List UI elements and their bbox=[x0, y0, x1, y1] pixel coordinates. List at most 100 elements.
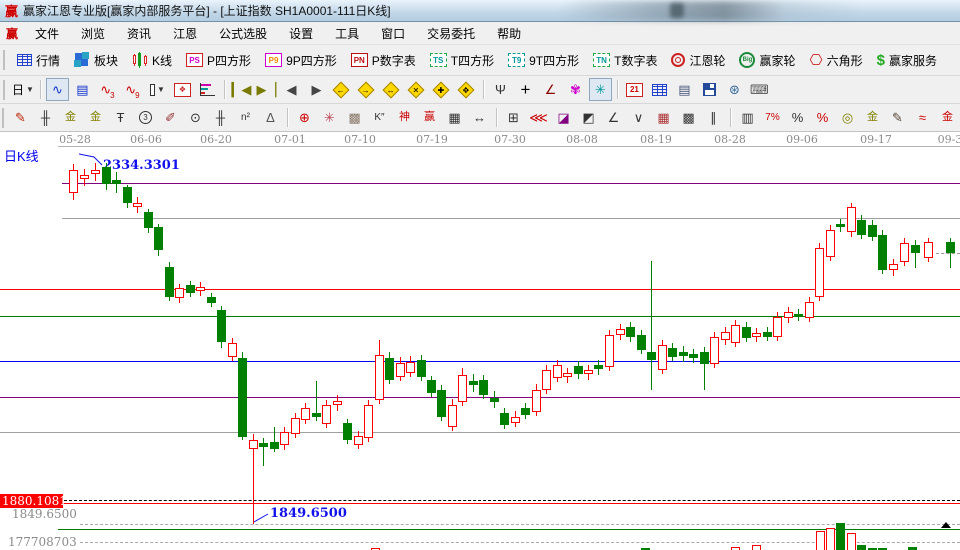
cycle-tool[interactable]: ⊙ bbox=[184, 106, 207, 129]
pen2-tool[interactable]: ✐ bbox=[159, 106, 182, 129]
zigzag-tool[interactable]: ∨ bbox=[627, 106, 650, 129]
frame-tool[interactable]: ⊞ bbox=[502, 106, 525, 129]
gann-fan-tool[interactable]: ⋘ bbox=[527, 106, 550, 129]
gann-wheel-button[interactable]: 江恩轮 bbox=[664, 47, 732, 73]
menu-item-公式选股[interactable]: 公式选股 bbox=[208, 22, 278, 45]
fan-box-tool[interactable]: ◪ bbox=[552, 106, 575, 129]
menu-item-工具[interactable]: 工具 bbox=[324, 22, 370, 45]
menu-item-设置[interactable]: 设置 bbox=[278, 22, 324, 45]
floppy-disk-icon bbox=[703, 83, 716, 96]
diamond-zoomout-button[interactable]: ✕ bbox=[405, 78, 428, 101]
angle-mark-button[interactable]: ∠ bbox=[539, 78, 562, 101]
sectors-button[interactable]: 板块 bbox=[67, 47, 125, 73]
gold-section2-tool[interactable]: 金 bbox=[84, 106, 107, 129]
p-number-table-button[interactable]: PNP数字表 bbox=[344, 47, 423, 73]
menu-item-文件[interactable]: 文件 bbox=[24, 22, 70, 45]
kline-button[interactable]: K线 bbox=[125, 47, 179, 73]
notebook-button[interactable]: ▤ bbox=[673, 78, 696, 101]
star-grid-tool[interactable]: ✳ bbox=[318, 106, 341, 129]
apex-tool[interactable]: Δ bbox=[259, 106, 282, 129]
candle-style-button[interactable]: ▼ bbox=[146, 78, 169, 101]
flag-pen-tool[interactable]: ✎ bbox=[886, 106, 909, 129]
diamond-left-button[interactable]: ← bbox=[330, 78, 353, 101]
percent-line-tool[interactable]: % bbox=[811, 106, 834, 129]
diamond-arrow: → bbox=[362, 85, 370, 94]
title-bar: 赢 赢家江恩专业版[赢家内部服务平台] - [上证指数 SH1A0001-111… bbox=[0, 0, 960, 22]
wave3-button[interactable]: ∿3 bbox=[96, 78, 119, 101]
p9-square-button[interactable]: P99P四方形 bbox=[258, 47, 344, 73]
quotes-button[interactable]: 行情 bbox=[10, 47, 67, 73]
annotation-high-price: 2334.3301 bbox=[103, 158, 180, 173]
gann-brain-button[interactable]: ✳ bbox=[589, 78, 612, 101]
first-page-button[interactable]: ▎◀ bbox=[230, 78, 253, 101]
parallel-tool[interactable]: ∥ bbox=[702, 106, 725, 129]
menu-item-窗口[interactable]: 窗口 bbox=[370, 22, 416, 45]
span-tool[interactable]: ↔ bbox=[468, 106, 491, 129]
hexagon-button-label: 六角形 bbox=[827, 52, 863, 69]
f-lines-tool[interactable]: Ŧ bbox=[109, 106, 132, 129]
winner-wheel-button[interactable]: Big赢家轮 bbox=[732, 47, 802, 73]
volume-scale-label: 177708703 bbox=[8, 535, 77, 549]
network-button[interactable]: ⊛ bbox=[723, 78, 746, 101]
wave-fit-tool[interactable]: ≈ bbox=[911, 106, 934, 129]
flower-tool-button-icon: ✾ bbox=[570, 83, 581, 96]
percent7-tool[interactable]: 7% bbox=[761, 106, 784, 129]
diamond-right-button[interactable]: → bbox=[355, 78, 378, 101]
diamond-hscale-button[interactable]: ↔ bbox=[380, 78, 403, 101]
last-page-button[interactable]: ▶▕ bbox=[255, 78, 278, 101]
angle-lines-tool[interactable]: ∠ bbox=[602, 106, 625, 129]
ruler-tool[interactable]: ╫ bbox=[34, 106, 57, 129]
ruler2-tool[interactable]: ╫ bbox=[209, 106, 232, 129]
percent-bars-tool[interactable]: ▥ bbox=[736, 106, 759, 129]
grid-box-tool[interactable]: ▩ bbox=[343, 106, 366, 129]
red-grid-tool[interactable]: ▦ bbox=[652, 106, 675, 129]
info-list-button[interactable]: ▤ bbox=[71, 78, 94, 101]
chart-canvas[interactable]: 日K线 2334.3301 1849.6500 1880.1081 1849.6… bbox=[0, 132, 960, 550]
winner-service-button[interactable]: $赢家服务 bbox=[870, 47, 944, 73]
calendar-button[interactable]: 21 bbox=[623, 78, 646, 101]
crosshair-button[interactable]: + bbox=[514, 78, 537, 101]
gold-red-tool[interactable]: 金 bbox=[936, 106, 959, 129]
candle-body bbox=[333, 401, 342, 405]
k-prime-tool[interactable]: K″ bbox=[368, 106, 391, 129]
next-page-button[interactable]: ▶ bbox=[305, 78, 328, 101]
shen-tool[interactable]: 神 bbox=[393, 106, 416, 129]
flower-tool-button[interactable]: ✾ bbox=[564, 78, 587, 101]
p-square-button[interactable]: PSP四方形 bbox=[179, 47, 258, 73]
target-tool[interactable]: ⊕ bbox=[293, 106, 316, 129]
pen-tool[interactable]: ✎ bbox=[9, 106, 32, 129]
computer-button[interactable]: ⌨ bbox=[748, 78, 771, 101]
gold-section-tool[interactable]: 金 bbox=[59, 106, 82, 129]
t-number-table-button[interactable]: TNT数字表 bbox=[586, 47, 664, 73]
period-day-button[interactable]: 日▼ bbox=[11, 78, 35, 101]
circle3-tool[interactable]: 3 bbox=[134, 106, 157, 129]
pattern-box-button[interactable]: ❖ bbox=[171, 78, 194, 101]
candle-body bbox=[354, 436, 363, 445]
hexagon-button[interactable]: ⎔六角形 bbox=[803, 47, 870, 73]
diamond-zoomin-button[interactable]: ✚ bbox=[430, 78, 453, 101]
grid123-tool[interactable]: ▦ bbox=[443, 106, 466, 129]
wave-overlay-button[interactable]: ∿ bbox=[46, 78, 69, 101]
menu-item-交易委托[interactable]: 交易委托 bbox=[416, 22, 486, 45]
save-button[interactable] bbox=[698, 78, 721, 101]
percent-tool[interactable]: % bbox=[786, 106, 809, 129]
menu-item-资讯[interactable]: 资讯 bbox=[116, 22, 162, 45]
t9-square-button[interactable]: T99T四方形 bbox=[501, 47, 586, 73]
menu-item-浏览[interactable]: 浏览 bbox=[70, 22, 116, 45]
gold-circle-tool[interactable]: ◎ bbox=[836, 106, 859, 129]
ying-tool[interactable]: 赢 bbox=[418, 106, 441, 129]
calculator-button[interactable] bbox=[648, 78, 671, 101]
histogram-button[interactable] bbox=[196, 78, 219, 101]
gold-lines-tool[interactable]: 金 bbox=[861, 106, 884, 129]
dark-grid-tool[interactable]: ▩ bbox=[677, 106, 700, 129]
wave9-button[interactable]: ∿9 bbox=[121, 78, 144, 101]
fan-box2-tool[interactable]: ◩ bbox=[577, 106, 600, 129]
apex-tool-icon: Δ bbox=[266, 111, 275, 124]
t-square-button[interactable]: TST四方形 bbox=[423, 47, 501, 73]
hand-tool-button[interactable]: Ψ bbox=[489, 78, 512, 101]
diamond-fit-button[interactable]: ✥ bbox=[455, 78, 478, 101]
menu-item-帮助[interactable]: 帮助 bbox=[486, 22, 532, 45]
menu-item-江恩[interactable]: 江恩 bbox=[162, 22, 208, 45]
n-square-tool[interactable]: n² bbox=[234, 106, 257, 129]
prev-page-button[interactable]: ◀ bbox=[280, 78, 303, 101]
